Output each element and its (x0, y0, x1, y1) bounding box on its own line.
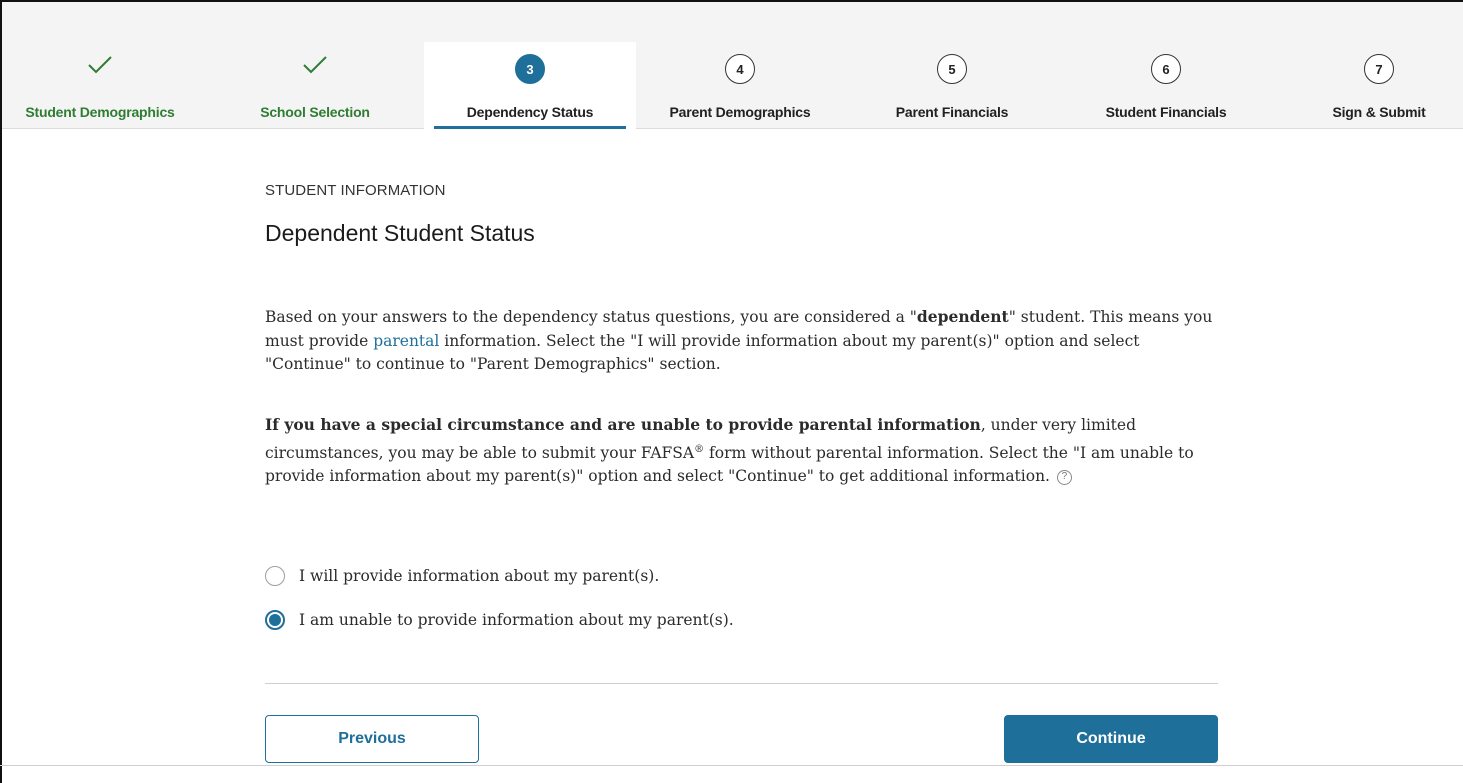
step-label: Dependency Status (466, 104, 594, 120)
parental-link[interactable]: parental (373, 332, 439, 350)
progress-stepper: Student Demographics School Selection 3 … (2, 2, 1463, 130)
footer-divider (0, 765, 1463, 766)
step-parent-demographics[interactable]: 4 Parent Demographics (650, 2, 830, 128)
radio-button[interactable] (265, 566, 285, 586)
page-title: Dependent Student Status (265, 220, 535, 246)
step-label: Parent Demographics (669, 104, 811, 120)
step-sign-submit[interactable]: 7 Sign & Submit (1308, 2, 1450, 128)
step-student-financials[interactable]: 6 Student Financials (1076, 2, 1256, 128)
step-label: School Selection (260, 104, 370, 120)
previous-button[interactable]: Previous (265, 715, 479, 763)
radio-label: I am unable to provide information about… (299, 611, 734, 629)
step-number-badge: 6 (1151, 54, 1181, 84)
step-number-badge: 4 (725, 54, 755, 84)
step-dependency-status[interactable]: 3 Dependency Status (424, 42, 636, 130)
continue-button[interactable]: Continue (1004, 715, 1218, 763)
check-icon (302, 54, 328, 76)
section-label: STUDENT INFORMATION (265, 182, 446, 199)
step-label: Student Financials (1105, 104, 1227, 120)
check-icon (87, 54, 113, 76)
dependency-explanation: Based on your answers to the dependency … (265, 307, 1213, 373)
step-school-selection[interactable]: School Selection (218, 2, 412, 128)
dependent-emphasis: dependent (916, 307, 1009, 326)
step-number-badge: 7 (1364, 54, 1394, 84)
radio-unable-to-provide[interactable]: I am unable to provide information about… (265, 610, 734, 630)
step-number-badge: 5 (937, 54, 967, 84)
step-label: Parent Financials (895, 104, 1009, 120)
step-label: Sign & Submit (1332, 104, 1426, 120)
divider (265, 683, 1218, 684)
help-icon[interactable]: ? (1056, 469, 1072, 485)
radio-will-provide[interactable]: I will provide information about my pare… (265, 566, 659, 586)
step-parent-financials[interactable]: 5 Parent Financials (862, 2, 1042, 128)
special-circumstance-emphasis: If you have a special circumstance and a… (265, 415, 981, 434)
step-number-badge: 3 (515, 54, 545, 84)
step-student-demographics[interactable]: Student Demographics (2, 2, 198, 128)
current-step-indicator (434, 126, 626, 129)
radio-label: I will provide information about my pare… (299, 567, 660, 585)
step-label: Student Demographics (25, 104, 175, 120)
special-circumstance-text: If you have a special circumstance and a… (265, 415, 1194, 486)
radio-button[interactable] (265, 610, 285, 630)
